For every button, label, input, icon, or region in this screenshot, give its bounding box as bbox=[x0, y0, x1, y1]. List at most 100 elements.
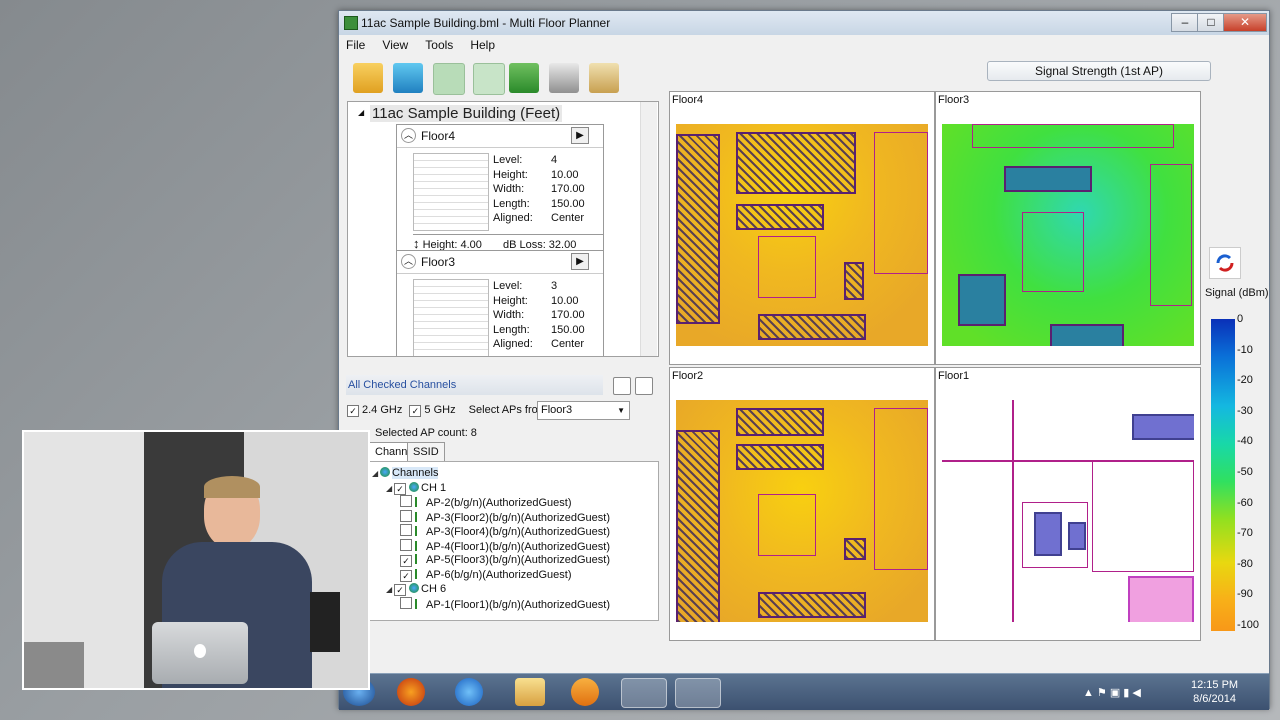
tree-item-label: CH 6 bbox=[421, 583, 447, 595]
menu-help[interactable]: Help bbox=[463, 35, 502, 55]
legend-tick-label: 0 bbox=[1237, 313, 1244, 325]
system-tray-icons[interactable]: ▲ ⚑ ▣ ▮ ◀ bbox=[1083, 686, 1141, 699]
heatmap[interactable] bbox=[942, 400, 1194, 622]
close-button[interactable]: ✕ bbox=[1223, 13, 1267, 32]
height-arrow-icon: ↕ bbox=[413, 236, 420, 251]
check-all-button[interactable] bbox=[613, 377, 631, 395]
open-folder-icon[interactable] bbox=[353, 63, 383, 93]
tree-ap-item[interactable]: ✓ AP-5(Floor3)(b/g/n)(AuthorizedGuest) bbox=[400, 553, 610, 567]
tree-ap-item[interactable]: AP-3(Floor4)(b/g/n)(AuthorizedGuest) bbox=[400, 524, 610, 538]
legend-title: Signal (dBm) bbox=[1205, 287, 1269, 299]
ap-count: Selected AP count: 8 bbox=[375, 427, 477, 439]
floor-navigate-button[interactable]: ▶ bbox=[571, 253, 589, 270]
maximize-button[interactable]: □ bbox=[1197, 13, 1225, 32]
tree-checkbox[interactable] bbox=[400, 495, 412, 507]
tree-checkbox[interactable]: ✓ bbox=[400, 555, 412, 567]
access-point-icon bbox=[415, 598, 425, 609]
floor-view-floor2[interactable]: Floor2 bbox=[669, 367, 935, 641]
tree-item-label: AP-5(Floor3)(b/g/n)(AuthorizedGuest) bbox=[426, 554, 611, 566]
floor-card-floor4: ︿ Floor4 ▶ Level: 4 Height: 10.00 Width: 17… bbox=[396, 124, 604, 254]
tree-checkbox[interactable]: ✓ bbox=[394, 482, 406, 495]
tree-item-label: AP-3(Floor4)(b/g/n)(AuthorizedGuest) bbox=[426, 526, 611, 538]
tree-checkbox[interactable]: ✓ bbox=[400, 569, 412, 582]
tree-channel-item[interactable]: ◢ ✓ CH 6 bbox=[386, 582, 446, 596]
access-point-icon bbox=[415, 540, 425, 551]
tree-checkbox[interactable] bbox=[400, 524, 412, 536]
tree-ap-item[interactable]: AP-2(b/g/n)(AuthorizedGuest) bbox=[400, 495, 572, 509]
legend-tick-label: -90 bbox=[1237, 588, 1253, 601]
collapse-triangle-icon[interactable]: ◢ bbox=[358, 108, 364, 117]
menu-view[interactable]: View bbox=[375, 35, 415, 55]
channel-icon bbox=[409, 481, 419, 492]
access-point-icon bbox=[415, 554, 425, 564]
heatmap[interactable] bbox=[676, 124, 928, 346]
clock[interactable]: 12:15 PM 8/6/2014 bbox=[1191, 678, 1238, 706]
tree-checkbox[interactable] bbox=[400, 509, 412, 522]
access-point-device bbox=[310, 592, 340, 652]
tab-ssid[interactable]: SSID bbox=[407, 442, 445, 461]
menu-file[interactable]: File bbox=[339, 35, 372, 55]
tree-ap-item[interactable]: AP-3(Floor2)(b/g/n)(AuthorizedGuest) bbox=[400, 509, 611, 524]
expand-triangle-icon[interactable]: ◢ bbox=[386, 482, 394, 496]
floor-view-floor4[interactable]: Floor4 bbox=[669, 91, 935, 365]
menu-tools[interactable]: Tools bbox=[418, 35, 460, 55]
floor-navigate-button[interactable]: ▶ bbox=[571, 127, 589, 144]
floor-view-floor1[interactable]: Floor1 bbox=[935, 367, 1201, 641]
explorer-icon[interactable] bbox=[515, 678, 545, 706]
building-name[interactable]: 11ac Sample Building (Feet) bbox=[370, 105, 563, 122]
access-point-icon bbox=[415, 526, 425, 536]
signal-strength-dropdown[interactable]: Signal Strength (1st AP) bbox=[987, 61, 1211, 81]
access-point-icon bbox=[415, 568, 425, 579]
floor-view-floor3[interactable]: Floor3 bbox=[935, 91, 1201, 365]
collapse-chevron-icon[interactable]: ︿ bbox=[401, 254, 416, 269]
firefox-icon[interactable] bbox=[397, 678, 425, 706]
tree-item-label: Channels bbox=[392, 467, 439, 479]
tree-ap-item[interactable]: AP-1(Floor1)(b/g/n)(AuthorizedGuest) bbox=[400, 596, 610, 611]
tree-channel-item[interactable]: ◢ ✓ CH 1 bbox=[386, 481, 446, 495]
multi-floor-planner-icon[interactable] bbox=[621, 678, 667, 708]
heatmap[interactable] bbox=[676, 400, 928, 622]
title-bar[interactable]: 11ac Sample Building.bml - Multi Floor P… bbox=[339, 11, 1269, 35]
tree-item-label: AP-3(Floor2)(b/g/n)(AuthorizedGuest) bbox=[426, 511, 611, 524]
tree-item-label: AP-6(b/g/n)(AuthorizedGuest) bbox=[426, 568, 572, 581]
print-icon[interactable] bbox=[549, 63, 579, 93]
3d-cube-icon[interactable] bbox=[393, 63, 423, 93]
taskbar: ▲ ⚑ ▣ ▮ ◀ bbox=[339, 673, 1269, 710]
window-title: 11ac Sample Building.bml - Multi Floor P… bbox=[361, 16, 611, 30]
tree-ap-item[interactable]: ✓ AP-6(b/g/n)(AuthorizedGuest) bbox=[400, 568, 572, 582]
refresh-icon[interactable] bbox=[1209, 247, 1241, 279]
minimize-button[interactable]: – bbox=[1171, 13, 1199, 32]
building-scrollbar[interactable] bbox=[640, 102, 657, 356]
access-point-icon bbox=[415, 511, 425, 522]
tree-checkbox[interactable] bbox=[400, 596, 412, 609]
legend-tick-label: -100 bbox=[1237, 619, 1260, 631]
floor-name: Floor3 bbox=[421, 255, 456, 269]
band-24-checkbox[interactable]: ✓ bbox=[347, 405, 359, 417]
expand-triangle-icon[interactable]: ◢ bbox=[386, 583, 394, 597]
tree-item-label: AP-2(b/g/n)(AuthorizedGuest) bbox=[426, 497, 572, 509]
tree-root-item[interactable]: ◢ Channels bbox=[372, 466, 439, 481]
floor-thumbnail bbox=[413, 153, 489, 231]
legend-tick-label: -50 bbox=[1237, 466, 1253, 478]
tree-checkbox[interactable] bbox=[400, 538, 412, 551]
legend-tick-label: -20 bbox=[1237, 374, 1253, 387]
spreadsheet-icon[interactable] bbox=[675, 678, 721, 708]
collapse-chevron-icon[interactable]: ︿ bbox=[401, 128, 416, 143]
band-5-checkbox[interactable]: ✓ bbox=[409, 405, 422, 417]
channel-icon bbox=[409, 583, 419, 593]
floor-plan-icon[interactable] bbox=[433, 63, 465, 95]
channel-icon bbox=[380, 467, 390, 477]
clipboard-icon[interactable] bbox=[589, 63, 619, 93]
uncheck-all-button[interactable] bbox=[635, 377, 653, 395]
floor-thumbnail bbox=[413, 279, 489, 356]
heatmap[interactable] bbox=[942, 124, 1194, 346]
select-aps-dropdown[interactable]: Floor3 ▼ bbox=[537, 401, 630, 420]
export-icon[interactable] bbox=[509, 63, 539, 93]
grid-icon[interactable] bbox=[473, 63, 505, 95]
tree-checkbox[interactable]: ✓ bbox=[394, 584, 406, 596]
tree-ap-item[interactable]: AP-4(Floor1)(b/g/n)(AuthorizedGuest) bbox=[400, 538, 610, 553]
access-point-icon bbox=[415, 497, 425, 507]
expand-triangle-icon[interactable]: ◢ bbox=[372, 467, 380, 481]
ie-icon[interactable] bbox=[455, 678, 483, 706]
media-player-icon[interactable] bbox=[571, 678, 599, 706]
